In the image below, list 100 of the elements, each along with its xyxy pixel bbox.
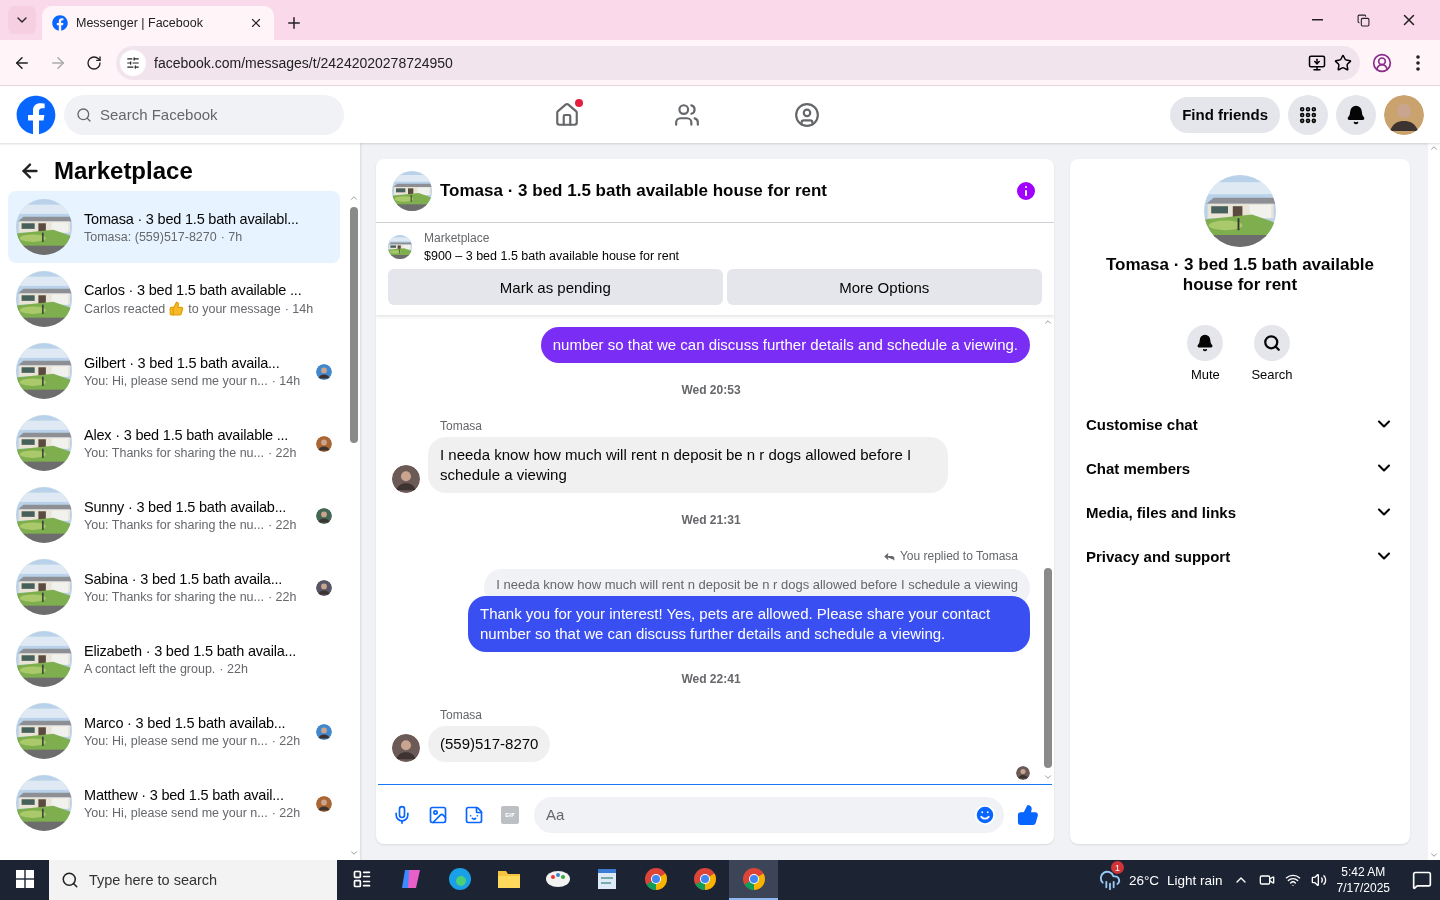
- message-preview: to your message: [188, 301, 281, 316]
- notepad-icon: [595, 867, 618, 891]
- search-field[interactable]: Search Facebook: [64, 94, 344, 135]
- listing-source: Marketplace: [424, 231, 491, 245]
- conversation-title: Tomasa · 3 bed 1.5 bath availabl...: [84, 210, 300, 227]
- conversation-title: Gilbert · 3 bed 1.5 bath availa...: [84, 354, 281, 371]
- avatar-icon: [316, 795, 332, 812]
- chat-title: Tomasa · 3 bed 1.5 bath available house for rent: [440, 180, 828, 201]
- conversation-item[interactable]: Matthew · 3 bed 1.5 bath avail... You: Hi, please send me your n... · 22h: [8, 767, 340, 839]
- scroll-down-icon: [1043, 772, 1053, 782]
- scroll-down-icon: [1429, 850, 1439, 860]
- message-bubble: Thank you for your interest! Yes, pets are allowed. Please share your contact number so that we can discuss further details and schedule a viewing.: [468, 596, 1030, 652]
- profile-icon: [1372, 52, 1392, 73]
- start-icon[interactable]: [15, 870, 34, 888]
- taskbar-search-field[interactable]: Type here to search: [49, 860, 337, 900]
- clock[interactable]: 5:42 AM 7/17/2025: [1336, 864, 1390, 896]
- message-time: · 22h: [268, 589, 297, 604]
- message-preview: Tomasa: (559)517-8270: [84, 229, 217, 244]
- rain-cloud-icon: [1098, 869, 1121, 891]
- person-circle-icon: [794, 101, 821, 128]
- wifi-icon[interactable]: [1284, 872, 1301, 888]
- message-preview: You: Hi, please send me your n...: [84, 733, 268, 748]
- conversation-title: Alex · 3 bed 1.5 bath available ...: [84, 426, 290, 443]
- listing-summary: $900 – 3 bed 1.5 bath available house for rent: [424, 249, 680, 263]
- chat-name: Tomasa · 3 bed 1.5 bath available house for rent: [1105, 255, 1375, 295]
- notification-badge: 1: [1110, 861, 1124, 874]
- site-info-button[interactable]: [120, 49, 146, 76]
- conversation-item[interactable]: Gilbert · 3 bed 1.5 bath availa... You: Hi, please send me your n... · 14h: [8, 335, 340, 407]
- image-icon: [428, 804, 448, 825]
- message-time: · 14h: [284, 301, 314, 316]
- avatar-icon: [1016, 766, 1030, 780]
- search-icon: [61, 871, 79, 889]
- conversation-item[interactable]: Sunny · 3 bed 1.5 bath availab... You: Thanks for sharing the nu... · 22h: [8, 479, 340, 551]
- message-time: · 14h: [271, 373, 301, 388]
- message-bubble: (559)517-8270: [428, 726, 551, 762]
- conversation-item[interactable]: Marco · 3 bed 1.5 bath availab... You: Hi, please send me your n... · 22h: [8, 695, 340, 767]
- sender-name: Tomasa: [439, 708, 484, 722]
- section-header[interactable]: Customise chat: [1086, 402, 1394, 446]
- task-view-icon: [351, 869, 372, 889]
- action-button[interactable]: Mark as pending: [388, 269, 723, 305]
- avatar-icon: [392, 465, 420, 493]
- facebook-logo[interactable]: [16, 94, 56, 135]
- browser-tab[interactable]: Messenger | Facebook: [42, 6, 274, 40]
- facebook-icon: [52, 15, 68, 31]
- tab-list-button[interactable]: [8, 6, 36, 34]
- avatar-icon: [316, 579, 332, 596]
- notification-center-icon[interactable]: [1412, 870, 1432, 890]
- find-friends-button[interactable]: Find friends: [1170, 96, 1280, 133]
- tab-title: Messenger | Facebook: [76, 16, 204, 30]
- avatar-icon: [316, 363, 332, 380]
- thumbs-up-icon: [1017, 803, 1039, 826]
- temperature: 26°C: [1128, 872, 1160, 888]
- search-icon: [76, 106, 92, 123]
- sender-name: Tomasa: [439, 419, 484, 433]
- weather-condition: Light rain: [1167, 872, 1223, 888]
- camera-icon[interactable]: [1258, 872, 1275, 888]
- conversation-item[interactable]: Tomasa · 3 bed 1.5 bath availabl... Tomasa: (559)517-8270 · 7h: [8, 191, 340, 263]
- volume-icon[interactable]: [1310, 872, 1327, 888]
- section-header[interactable]: Media, files and links: [1086, 490, 1394, 534]
- menu-icon: [1416, 54, 1420, 71]
- message-preview: You: Thanks for sharing the nu...: [84, 517, 264, 532]
- sliders-icon: [126, 55, 140, 70]
- action-button[interactable]: More Options: [726, 269, 1042, 305]
- install-icon: [1308, 53, 1326, 72]
- thumbs-up-icon: [169, 301, 185, 316]
- message-preview: You: Thanks for sharing the nu...: [84, 445, 264, 460]
- close-icon: [249, 16, 263, 30]
- conversation-item[interactable]: Sabina · 3 bed 1.5 bath availa... You: Thanks for sharing the nu... · 22h: [8, 551, 340, 623]
- message-time: · 22h: [271, 805, 301, 820]
- avatar-icon: [1384, 94, 1424, 135]
- conversation-title: Elizabeth · 3 bed 1.5 bath availa...: [84, 642, 298, 659]
- message-time: · 22h: [219, 661, 248, 676]
- conversation-item[interactable]: Carlos · 3 bed 1.5 bath available ... Carlos reacted to your message · 14h: [8, 263, 340, 335]
- like-button[interactable]: [1016, 802, 1040, 827]
- section-header[interactable]: Privacy and support: [1086, 534, 1394, 578]
- timestamp: Wed 20:53: [680, 382, 742, 399]
- scrollbar-thumb[interactable]: [1044, 568, 1052, 768]
- plus-icon: [285, 14, 303, 32]
- conversation-title: Marco · 3 bed 1.5 bath availab...: [84, 714, 287, 731]
- microphone-icon: [392, 804, 412, 825]
- scrollbar-thumb[interactable]: [350, 207, 358, 443]
- sticker-icon: [464, 804, 484, 825]
- notifications-button[interactable]: [1336, 94, 1376, 135]
- scroll-up-icon: [1043, 317, 1053, 327]
- message-time: · 22h: [268, 517, 297, 532]
- menu-button[interactable]: [1288, 94, 1328, 135]
- address-bar[interactable]: facebook.com/messages/t/24242020278724950: [116, 45, 1360, 80]
- people-icon: [674, 101, 701, 128]
- chrome-icon: [741, 867, 766, 891]
- edge-icon: [447, 867, 472, 891]
- conversation-item[interactable]: Alex · 3 bed 1.5 bath available ... You: Thanks for sharing the nu... · 22h: [8, 407, 340, 479]
- scroll-down-icon: [349, 848, 359, 858]
- conversation-item[interactable]: Elizabeth · 3 bed 1.5 bath availa... A contact left the group. · 22h: [8, 623, 340, 695]
- scroll-up-icon: [1429, 143, 1439, 153]
- reload-icon: [86, 54, 102, 71]
- sidebar-title: Marketplace: [54, 157, 193, 185]
- avatar-icon: [392, 734, 420, 762]
- message-preview: You: Hi, please send me your n...: [84, 373, 268, 388]
- message-field[interactable]: Aa: [534, 796, 1004, 833]
- section-header[interactable]: Chat members: [1086, 446, 1394, 490]
